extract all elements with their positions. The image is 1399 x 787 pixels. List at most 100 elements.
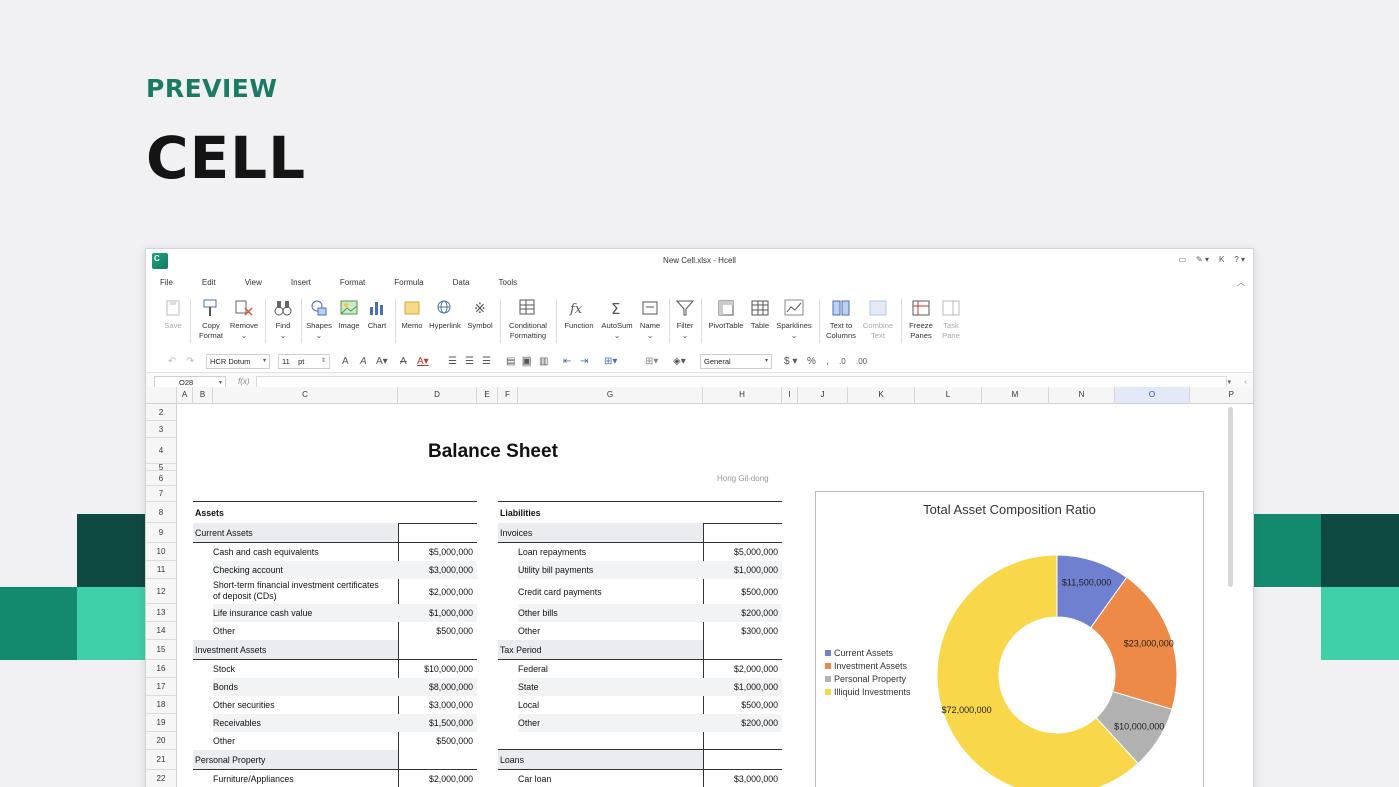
row-header[interactable]: 13	[146, 604, 177, 622]
filter-button[interactable]: Filter ⌄	[674, 297, 696, 341]
pivot-table-button[interactable]: PivotTable	[707, 297, 745, 331]
column-header[interactable]: M	[982, 387, 1049, 404]
column-header[interactable]: N	[1049, 387, 1115, 404]
percent-icon[interactable]: %	[807, 356, 816, 367]
save-button[interactable]: Save	[162, 297, 184, 331]
chart-button[interactable]: Chart	[365, 297, 389, 331]
row-header[interactable]: 4	[146, 438, 177, 464]
row-header[interactable]: 21	[146, 750, 177, 770]
comment-icon[interactable]: ▭	[1178, 255, 1186, 264]
row-header[interactable]: 15	[146, 640, 177, 660]
column-header[interactable]: D	[398, 387, 477, 404]
menu-formula[interactable]: Formula	[394, 278, 423, 287]
column-header[interactable]: G	[518, 387, 703, 404]
row-header[interactable]: 17	[146, 678, 177, 696]
hyperlink-button[interactable]: Hyperlink	[428, 297, 462, 331]
number-format-select[interactable]: General ▾	[700, 354, 772, 369]
column-header[interactable]: J	[798, 387, 848, 404]
menu-format[interactable]: Format	[340, 278, 365, 287]
comma-style-icon[interactable]: ,	[826, 356, 829, 367]
row-header[interactable]: 6	[146, 471, 177, 486]
row-header[interactable]: 16	[146, 660, 177, 678]
user-initial[interactable]: K	[1219, 255, 1224, 264]
redo-icon[interactable]: ↷	[186, 356, 194, 367]
align-bottom-icon[interactable]: ▥	[539, 356, 548, 367]
menu-data[interactable]: Data	[453, 278, 470, 287]
align-center-icon[interactable]: ☰	[465, 356, 474, 367]
expand-formula-icon[interactable]: ▾	[1227, 378, 1231, 386]
row-header[interactable]: 22	[146, 770, 177, 787]
column-header[interactable]: H	[703, 387, 782, 404]
table-button[interactable]: Table	[749, 297, 771, 331]
row-header[interactable]: 8	[146, 502, 177, 523]
column-header[interactable]: B	[193, 387, 213, 404]
font-style-icon[interactable]: A▾	[376, 356, 388, 367]
fill-color-icon[interactable]: ◈▾	[673, 356, 686, 367]
font-family-select[interactable]: HCR Dotum ▾	[206, 354, 270, 369]
row-header[interactable]: 18	[146, 696, 177, 714]
column-header-selected[interactable]: O	[1115, 387, 1190, 404]
pen-icon[interactable]: ✎ ▾	[1196, 255, 1209, 264]
memo-button[interactable]: Memo	[400, 297, 424, 331]
align-top-icon[interactable]: ▤	[506, 356, 515, 367]
select-all-corner[interactable]	[146, 387, 177, 404]
row-header[interactable]: 3	[146, 421, 177, 438]
name-button[interactable]: Name ⌄	[637, 297, 663, 341]
row-header[interactable]: 10	[146, 543, 177, 561]
row-header[interactable]: 9	[146, 523, 177, 543]
combine-text-button[interactable]: Combine Text	[861, 297, 895, 341]
sparklines-button[interactable]: Sparklines ⌄	[775, 297, 813, 341]
row-header[interactable]: 19	[146, 714, 177, 732]
row-header[interactable]: 12	[146, 579, 177, 604]
row-header[interactable]: 14	[146, 622, 177, 640]
increase-font-icon[interactable]: A	[342, 356, 349, 367]
italic-icon[interactable]: A	[360, 356, 367, 367]
strikethrough-icon[interactable]: A	[400, 356, 407, 367]
row-header[interactable]: 11	[146, 561, 177, 579]
row-header[interactable]: 20	[146, 732, 177, 750]
wrap-text-icon[interactable]: ⇥	[580, 356, 588, 367]
align-middle-icon[interactable]: ▣	[522, 356, 532, 367]
column-header[interactable]: I	[782, 387, 798, 404]
borders-icon[interactable]: ⊞▾	[645, 356, 658, 367]
menu-insert[interactable]: Insert	[291, 278, 311, 287]
vertical-scrollbar[interactable]	[1228, 407, 1233, 587]
increase-decimal-icon[interactable]: .0	[839, 356, 846, 367]
undo-icon[interactable]: ↶	[168, 356, 176, 367]
column-header[interactable]: F	[498, 387, 518, 404]
function-button[interactable]: fx Function	[562, 297, 596, 331]
column-header[interactable]: P	[1190, 387, 1253, 404]
column-header[interactable]: E	[477, 387, 498, 404]
column-header[interactable]: L	[915, 387, 982, 404]
font-size-select[interactable]: 11 pt ⇕	[278, 354, 330, 369]
task-pane-button[interactable]: Task Pane	[940, 297, 962, 341]
menu-edit[interactable]: Edit	[202, 278, 216, 287]
ribbon-collapse-icon[interactable]: ︿	[1237, 277, 1245, 288]
help-icon[interactable]: ? ▾	[1234, 255, 1245, 264]
text-to-columns-button[interactable]: Text to Columns	[824, 297, 858, 341]
column-header[interactable]: A	[177, 387, 193, 404]
menu-view[interactable]: View	[245, 278, 262, 287]
column-header[interactable]: K	[848, 387, 915, 404]
remove-button[interactable]: Remove ⌄	[229, 297, 259, 341]
align-right-icon[interactable]: ☰	[482, 356, 491, 367]
image-button[interactable]: Image	[337, 297, 361, 331]
column-header[interactable]: C	[213, 387, 398, 404]
symbol-button[interactable]: ※ Symbol	[466, 297, 494, 331]
copy-format-button[interactable]: Copy Format	[196, 297, 226, 341]
freeze-panes-button[interactable]: Freeze Panes	[906, 297, 936, 341]
row-header[interactable]: 7	[146, 486, 177, 502]
decrease-decimal-icon[interactable]: .00	[856, 356, 867, 367]
align-left-icon[interactable]: ☰	[448, 356, 457, 367]
autosum-button[interactable]: Σ AutoSum ⌄	[599, 297, 635, 341]
side-panel-toggle-icon[interactable]: ‹	[1244, 377, 1247, 386]
conditional-formatting-button[interactable]: Conditional Formatting	[506, 297, 550, 341]
shapes-button[interactable]: Shapes ⌄	[305, 297, 333, 341]
font-color-icon[interactable]: A▾	[417, 356, 429, 367]
indent-icon[interactable]: ⇤	[563, 356, 571, 367]
menu-tools[interactable]: Tools	[499, 278, 518, 287]
function-icon[interactable]: f(x)	[238, 377, 250, 386]
row-header[interactable]: 2	[146, 404, 177, 421]
donut-chart[interactable]: Total Asset Composition Ratio $11,500,000…	[815, 491, 1204, 787]
find-button[interactable]: Find ⌄	[271, 297, 295, 341]
